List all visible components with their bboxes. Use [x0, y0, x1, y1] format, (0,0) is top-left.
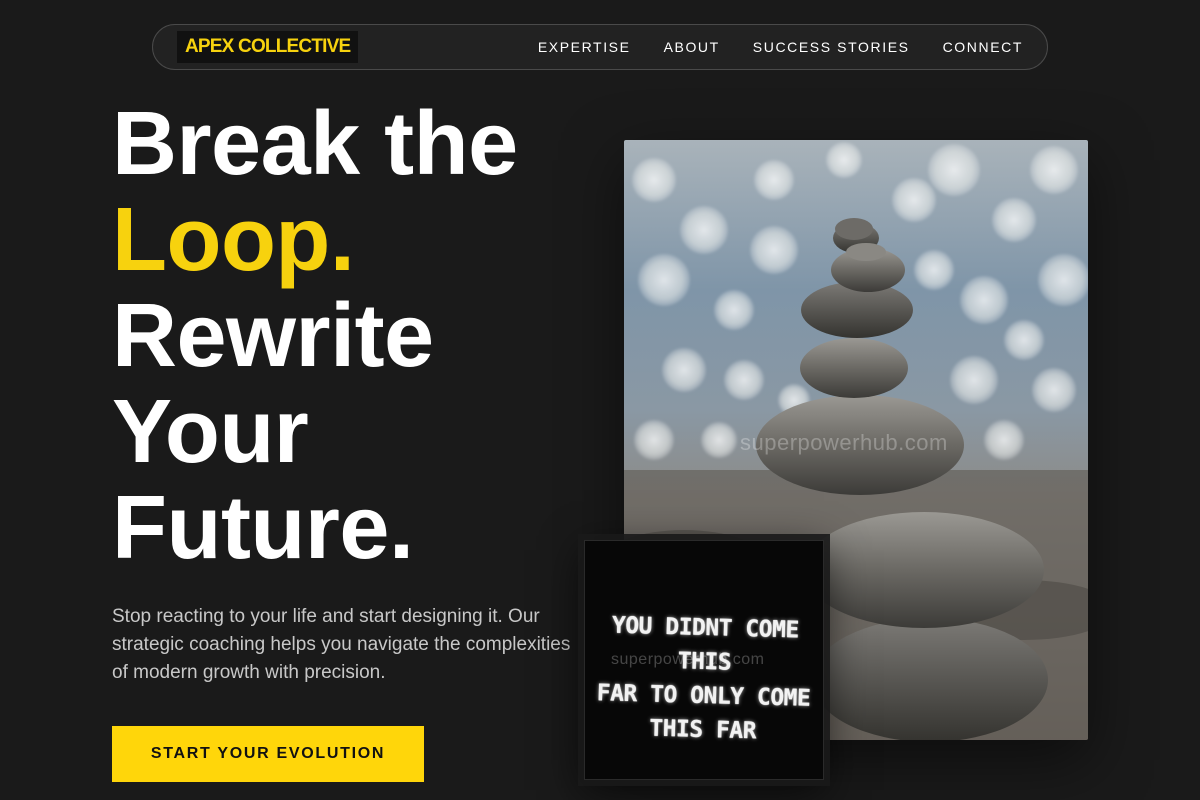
brand-logo[interactable]: APEX COLLECTIVE	[177, 31, 359, 63]
headline-line-4: Your	[112, 382, 309, 482]
nav-links: EXPERTISE ABOUT SUCCESS STORIES CONNECT	[538, 39, 1023, 55]
nav-link-about[interactable]: ABOUT	[664, 39, 720, 55]
headline-line-5: Future.	[112, 478, 414, 578]
card-quote-text: YOU DIDNT COME THIS FAR TO ONLY COME THI…	[585, 608, 823, 750]
headline-accent-line: Loop.	[112, 190, 355, 290]
nav-link-success-stories[interactable]: SUCCESS STORIES	[753, 39, 910, 55]
quote-line-3: THIS FAR	[648, 715, 757, 745]
nav-link-connect[interactable]: CONNECT	[943, 39, 1023, 55]
headline-line-3: Rewrite	[112, 286, 434, 386]
hero-headline: Break the Loop. Rewrite Your Future.	[112, 96, 518, 576]
quote-line-1: YOU DIDNT COME THIS	[611, 612, 800, 676]
hero-subtext: Stop reacting to your life and start des…	[112, 606, 571, 683]
quote-card-image: YOU DIDNT COME THIS FAR TO ONLY COME THI…	[584, 540, 824, 780]
nav-link-expertise[interactable]: EXPERTISE	[538, 39, 631, 55]
headline-line-1: Break the	[112, 94, 518, 194]
start-evolution-button[interactable]: START YOUR EVOLUTION	[112, 726, 424, 782]
top-navigation: APEX COLLECTIVE EXPERTISE ABOUT SUCCESS …	[152, 24, 1048, 70]
quote-line-2: FAR TO ONLY COME	[596, 680, 811, 712]
